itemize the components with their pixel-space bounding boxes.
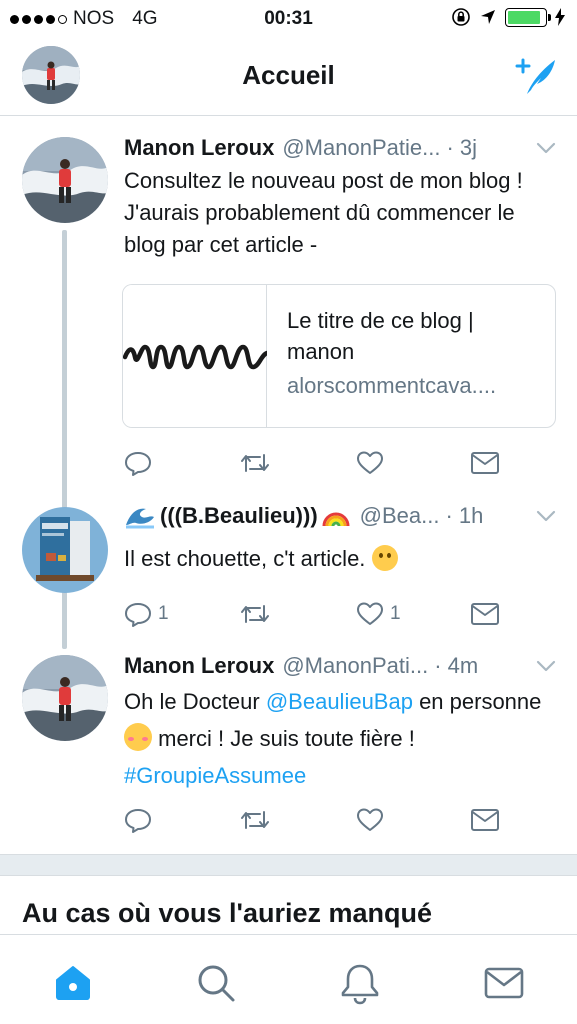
link-card[interactable]: Le titre de ce blog | manon alorscomment… [122, 284, 556, 428]
retweet-button[interactable] [240, 805, 276, 835]
search-icon [198, 965, 235, 1002]
home-timeline: Manon Leroux @ManonPatie... · 3j Consult… [0, 117, 577, 854]
bottom-tab-bar [0, 934, 577, 1024]
tab-notifications[interactable] [338, 961, 382, 1005]
tweet-text-content: Il est chouette, c't article. [124, 546, 372, 571]
tweet-text-part: merci ! Je suis toute fière ! [158, 726, 415, 751]
tab-messages[interactable] [482, 961, 526, 1005]
section-divider [0, 854, 577, 876]
tweet-avatar[interactable] [22, 137, 108, 223]
tweet-header: (((B.Beaulieu))) @Bea... · 1h [124, 501, 557, 531]
retweet-icon [241, 454, 269, 472]
retweet-icon [241, 811, 269, 829]
reply-icon [125, 452, 151, 476]
tweet[interactable]: Manon Leroux @ManonPatie... · 3j Consult… [0, 117, 577, 487]
tab-search[interactable] [194, 961, 238, 1005]
status-icons [451, 7, 565, 27]
tweet-header: Manon Leroux @ManonPati... · 4m [124, 651, 557, 681]
direct-message-button[interactable] [470, 805, 500, 835]
chevron-down-icon[interactable] [535, 659, 557, 673]
notifications-icon [341, 964, 379, 1005]
tweet-header: Manon Leroux @ManonPatie... · 3j [124, 133, 557, 163]
retweet-button[interactable] [240, 448, 276, 478]
tab-home[interactable] [51, 961, 95, 1005]
heart-icon [357, 602, 383, 625]
card-title: Le titre de ce blog | manon [287, 308, 474, 364]
heart-icon [357, 451, 383, 474]
author-name[interactable]: Manon Leroux [124, 135, 274, 161]
messages-icon [484, 967, 524, 999]
battery-level [508, 10, 541, 24]
tweet-text: Consultez le nouveau post de mon blog ! … [124, 168, 523, 257]
smiling-blush-emoji-icon [124, 723, 152, 751]
like-count: 1 [390, 603, 401, 624]
card-domain: alorscommentcava.... [287, 373, 497, 398]
like-button[interactable]: 1 [356, 599, 401, 629]
tweet-avatar[interactable] [22, 655, 108, 741]
page-title: Accueil [242, 60, 335, 90]
tweet[interactable]: (((B.Beaulieu))) @Bea... · 1h Il est cho… [0, 487, 577, 637]
reply-count: 1 [158, 603, 169, 624]
hashtag-link[interactable]: #GroupieAssumee [124, 763, 306, 788]
app-header: Accueil [0, 38, 577, 116]
tweet-timestamp: · 3j [446, 135, 477, 160]
tweet-text-part: en personne [412, 689, 542, 714]
rotation-lock-icon [452, 8, 470, 26]
section-title: Au cas où vous l'auriez manqué [22, 898, 433, 928]
author-name[interactable]: Manon Leroux [124, 653, 274, 679]
like-button[interactable] [356, 805, 390, 835]
direct-message-button[interactable] [470, 448, 500, 478]
charging-bolt-icon [555, 8, 565, 26]
tweet-text: Oh le Docteur @BeaulieuBap en personne m… [124, 683, 555, 794]
reply-button[interactable] [124, 805, 158, 835]
envelope-icon [471, 452, 499, 474]
tweet[interactable]: Manon Leroux @ManonPati... · 4m Oh le Do… [0, 637, 577, 854]
home-icon [56, 966, 90, 1000]
author-handle[interactable]: @ManonPatie... [282, 135, 440, 161]
reply-icon [125, 603, 151, 627]
chevron-down-icon[interactable] [535, 141, 557, 155]
like-button[interactable] [356, 448, 390, 478]
avatar-image [22, 507, 108, 593]
handwriting-logo-icon [123, 344, 270, 370]
wink-emoji-icon [371, 545, 398, 571]
compose-tweet-icon [515, 58, 555, 94]
retweet-icon [241, 605, 269, 623]
retweet-button[interactable] [240, 599, 276, 629]
tweet-text: Il est chouette, c't article. [124, 543, 555, 575]
chevron-down-icon[interactable] [535, 509, 557, 523]
wave-emoji-icon [126, 508, 154, 529]
status-bar: NOS 4G 00:31 [0, 0, 577, 38]
tweet-timestamp: · 4m [434, 653, 479, 678]
battery-icon [505, 7, 551, 27]
reply-icon [125, 809, 151, 833]
rainbow-emoji-icon [322, 512, 350, 527]
tweet-actions [124, 805, 504, 835]
card-thumbnail [123, 285, 270, 427]
author-name[interactable]: (((B.Beaulieu))) [160, 503, 318, 529]
avatar-image [22, 655, 108, 741]
author-handle[interactable]: @ManonPati... [282, 653, 428, 679]
compose-tweet-button[interactable] [513, 54, 559, 98]
author-handle[interactable]: @Bea... [360, 503, 440, 529]
avatar-image [22, 137, 108, 223]
mention-link[interactable]: @BeaulieuBap [266, 689, 413, 714]
tweet-avatar[interactable] [22, 507, 108, 593]
direct-message-button[interactable] [470, 599, 500, 629]
tweet-actions [124, 448, 504, 478]
tweet-text-part: Oh le Docteur [124, 689, 266, 714]
envelope-icon [471, 809, 499, 831]
heart-icon [357, 808, 383, 831]
tweet-timestamp: · 1h [445, 503, 484, 528]
tweet-actions: 1 1 [124, 599, 504, 629]
location-icon [481, 10, 495, 24]
reply-button[interactable]: 1 [124, 599, 169, 629]
envelope-icon [471, 603, 499, 625]
reply-button[interactable] [124, 448, 158, 478]
